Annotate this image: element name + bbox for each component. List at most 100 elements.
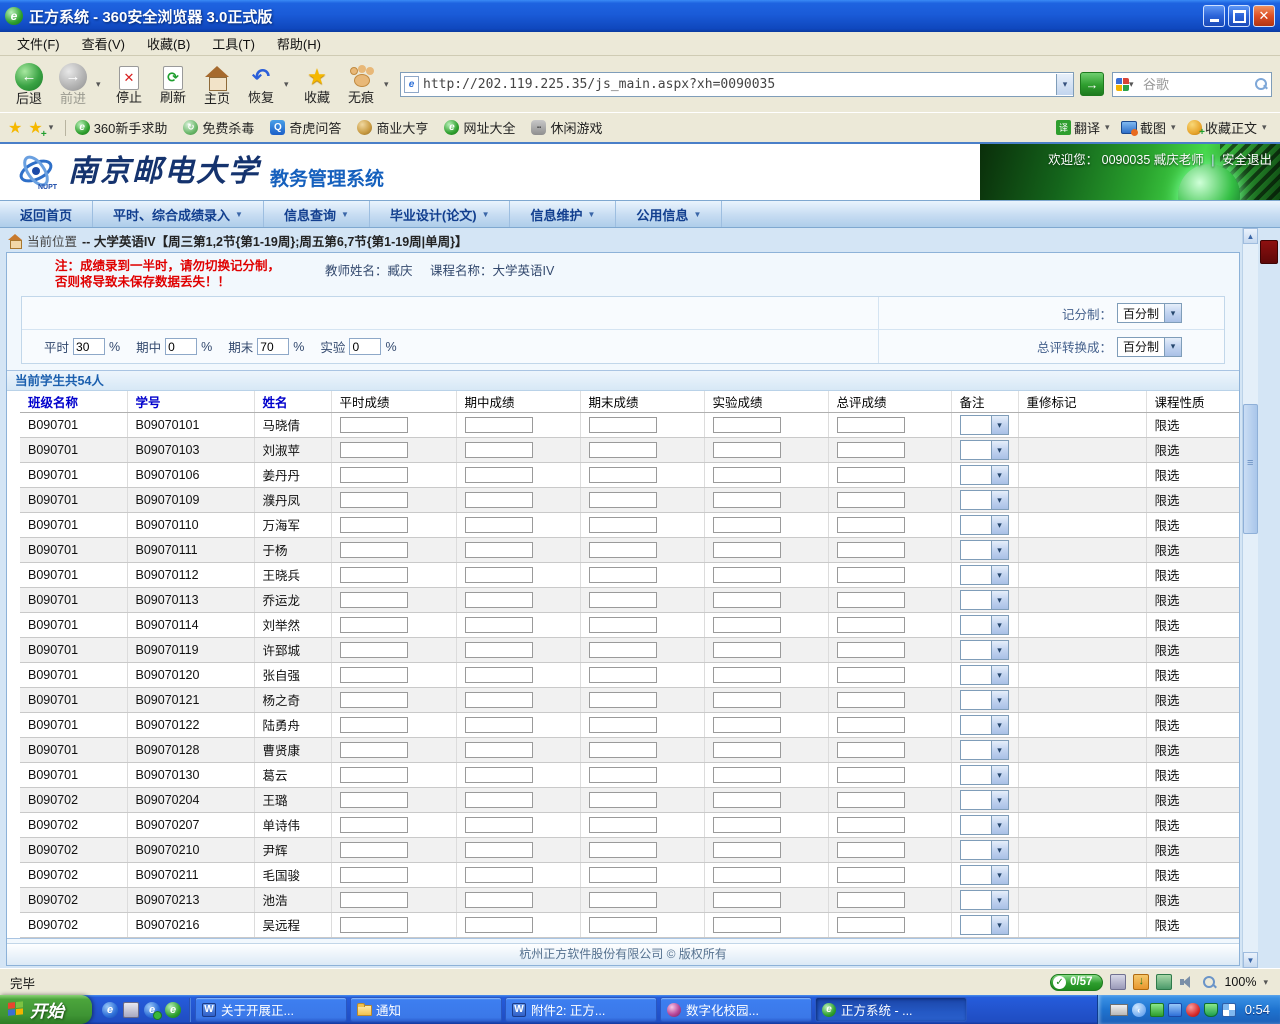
stop-button[interactable]: 停止 [108,64,150,105]
midterm-score-input[interactable] [465,517,533,533]
lab-score-input[interactable] [713,842,781,858]
final-score-input[interactable] [589,417,657,433]
taskbar-window-button[interactable]: 关于开展正... [195,997,347,1022]
total-score-input[interactable] [837,892,905,908]
remark-select[interactable] [960,590,1009,610]
nav-item[interactable]: 信息查询 [264,201,370,227]
scroll-up-icon[interactable] [1243,228,1258,244]
lab-score-input[interactable] [713,417,781,433]
remark-select[interactable] [960,540,1009,560]
show-desktop-icon[interactable] [123,1002,139,1018]
remark-select[interactable] [960,440,1009,460]
incognito-dropdown-icon[interactable] [384,79,394,90]
final-score-input[interactable] [589,792,657,808]
total-score-input[interactable] [837,517,905,533]
nav-item[interactable]: 平时、综合成绩录入 [93,201,264,227]
total-score-input[interactable] [837,917,905,933]
regular-score-input[interactable] [340,592,408,608]
browser-tool-item[interactable]: 翻译 [1056,118,1115,137]
taskbar-window-button[interactable]: 附件2: 正方... [505,997,657,1022]
network-tray-icon[interactable] [1168,1003,1182,1017]
total-score-input[interactable] [837,567,905,583]
regular-score-input[interactable] [340,892,408,908]
regular-score-input[interactable] [340,617,408,633]
taskbar-window-button[interactable]: 数字化校园... [660,997,812,1022]
input-method-icon[interactable] [1110,1004,1128,1016]
lab-score-input[interactable] [713,592,781,608]
remark-select[interactable] [960,690,1009,710]
remark-select[interactable] [960,815,1009,835]
total-score-input[interactable] [837,817,905,833]
column-header[interactable]: 学号 [127,391,254,412]
ad-block-counter[interactable]: 0/57 [1050,974,1103,991]
scrollbar-thumb[interactable] [1243,404,1258,534]
search-magnifier-icon[interactable] [1254,77,1268,91]
total-score-input[interactable] [837,792,905,808]
regular-score-input[interactable] [340,742,408,758]
remark-select[interactable] [960,765,1009,785]
lab-score-input[interactable] [713,767,781,783]
total-score-input[interactable] [837,417,905,433]
total-score-input[interactable] [837,542,905,558]
total-score-input[interactable] [837,692,905,708]
regular-score-input[interactable] [340,492,408,508]
remark-select[interactable] [960,890,1009,910]
final-score-input[interactable] [589,467,657,483]
convert-select[interactable]: 百分制 [1117,337,1182,357]
bookmark-item[interactable]: 奇虎问答 [267,116,344,139]
remark-select[interactable] [960,465,1009,485]
scroll-down-icon[interactable] [1243,952,1258,968]
regular-score-input[interactable] [340,642,408,658]
remark-select[interactable] [960,665,1009,685]
final-score-input[interactable] [589,542,657,558]
ie-quicklaunch-icon[interactable] [102,1002,118,1018]
midterm-score-input[interactable] [465,567,533,583]
lab-score-input[interactable] [713,717,781,733]
start-button[interactable]: 开始 [0,995,92,1024]
lab-score-input[interactable] [713,517,781,533]
total-score-input[interactable] [837,642,905,658]
sidebar-alert-badge[interactable] [1260,240,1278,264]
address-dropdown-icon[interactable] [1056,74,1073,95]
remark-select[interactable] [960,865,1009,885]
zoom-level[interactable]: 100% [1224,975,1256,989]
midterm-score-input[interactable] [465,817,533,833]
menu-item[interactable]: 帮助(H) [266,32,332,55]
final-score-input[interactable] [589,867,657,883]
regular-score-input[interactable] [340,417,408,433]
remark-select[interactable] [960,715,1009,735]
menu-item[interactable]: 工具(T) [201,32,266,55]
final-score-input[interactable] [589,517,657,533]
url-text[interactable]: http://202.119.225.35/js_main.aspx?xh=00… [423,77,1056,92]
page-scrollbar[interactable] [1242,228,1258,968]
scale-select[interactable]: 百分制 [1117,303,1182,323]
history-dropdown-icon[interactable] [96,79,106,90]
final-score-input[interactable] [589,717,657,733]
remark-select[interactable] [960,840,1009,860]
bookmark-item[interactable]: 360新手求助 [72,116,171,139]
remark-select[interactable] [960,490,1009,510]
chevron-down-icon[interactable] [1171,122,1181,133]
midterm-score-input[interactable] [465,592,533,608]
final-score-input[interactable] [589,642,657,658]
midterm-score-input[interactable] [465,692,533,708]
chevron-down-icon[interactable] [1105,122,1115,133]
refresh-button[interactable]: 刷新 [152,64,194,105]
midterm-score-input[interactable] [465,842,533,858]
taskbar-window-button[interactable]: 通知 [350,997,502,1022]
menu-item[interactable]: 查看(V) [71,32,136,55]
undo-dropdown-icon[interactable] [284,79,294,90]
lab-score-input[interactable] [713,492,781,508]
weight-regular-input[interactable] [73,338,105,355]
go-button[interactable] [1080,72,1104,96]
total-score-input[interactable] [837,442,905,458]
remark-select[interactable] [960,515,1009,535]
minimize-button[interactable] [1203,5,1225,27]
total-score-input[interactable] [837,492,905,508]
total-score-input[interactable] [837,667,905,683]
regular-score-input[interactable] [340,542,408,558]
midterm-score-input[interactable] [465,917,533,933]
final-score-input[interactable] [589,917,657,933]
lab-score-input[interactable] [713,617,781,633]
final-score-input[interactable] [589,567,657,583]
